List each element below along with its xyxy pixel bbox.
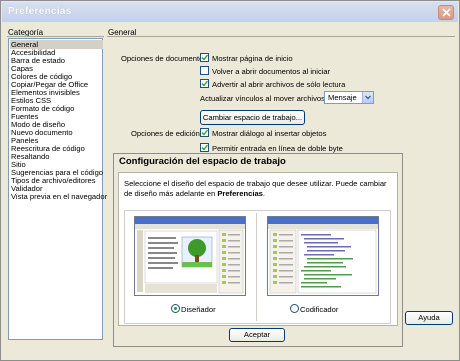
close-button[interactable] (438, 5, 454, 20)
chevron-down-icon (362, 92, 373, 103)
show-home-label: Mostrar página de inicio (212, 54, 293, 63)
divider (7, 36, 104, 37)
coder-preview-image (268, 217, 378, 294)
reopen-documents-checkbox[interactable] (200, 66, 209, 75)
inline-input-checkbox[interactable] (200, 143, 209, 152)
checkmark-icon (201, 144, 208, 151)
warn-readonly-label: Advertir al abrir archivos de sólo lectu… (212, 80, 346, 89)
window-title: Preferencias (8, 6, 72, 17)
coder-layout-thumbnail[interactable] (267, 216, 379, 296)
title-bar: Preferencias (2, 2, 458, 22)
checkmark-icon (201, 54, 208, 61)
workspace-description: Seleccione el diseño del espacio de trab… (124, 179, 389, 199)
category-item[interactable]: Vista previa en el navegador (10, 192, 107, 201)
update-links-label: Actualizar vínculos al mover archivos: (200, 94, 328, 103)
divider (256, 213, 257, 321)
checkmark-icon (201, 80, 208, 87)
show-home-checkbox[interactable] (200, 53, 209, 62)
coder-radio-label: Codificador (300, 305, 339, 314)
checkmark-icon (201, 129, 208, 136)
description-bold-text: Preferencias (217, 189, 263, 198)
coder-radio[interactable] (290, 304, 299, 313)
change-workspace-button[interactable]: Cambiar espacio de trabajo... (200, 110, 305, 125)
designer-layout-thumbnail[interactable] (134, 216, 246, 296)
show-insert-dialog-label: Mostrar diálogo al insertar objetos (212, 129, 327, 138)
designer-radio[interactable] (171, 304, 180, 313)
designer-preview-image (135, 217, 245, 294)
show-insert-dialog-checkbox[interactable] (200, 128, 209, 137)
close-icon (442, 8, 451, 17)
reopen-documents-label: Volver a abrir documentos al iniciar (212, 67, 331, 76)
update-links-select[interactable]: Mensaje (324, 91, 374, 104)
help-button[interactable]: Ayuda (405, 311, 453, 325)
divider (107, 36, 455, 37)
workspace-dialog-title: Configuración del espacio de trabajo (119, 156, 286, 167)
edit-options-label: Opciones de edición: (131, 129, 202, 138)
radio-selected-dot (174, 307, 177, 310)
inline-input-label: Permitir entrada en línea de doble byte (212, 144, 343, 153)
category-list[interactable]: General Accesibilidad Barra de estado Capas… (8, 38, 107, 340)
description-suffix: . (262, 189, 266, 198)
update-links-value: Mensaje (328, 93, 357, 102)
designer-radio-label: Diseñador (181, 305, 216, 314)
accept-button[interactable]: Aceptar (229, 328, 285, 342)
warn-readonly-checkbox[interactable] (200, 79, 209, 88)
document-options-label: Opciones de documento: (121, 54, 206, 63)
